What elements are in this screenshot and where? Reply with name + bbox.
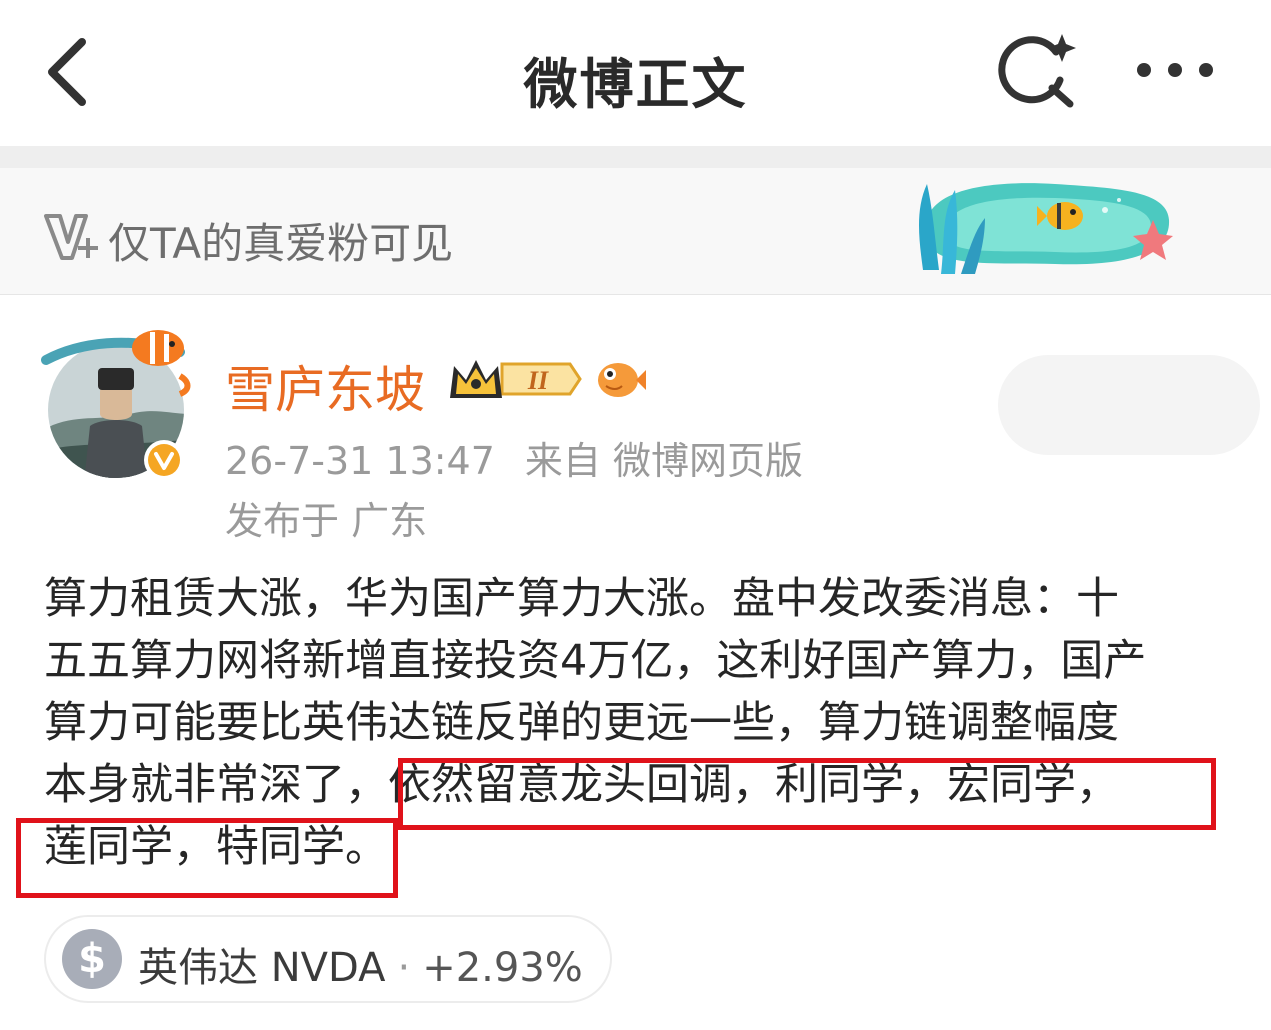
author-name[interactable]: 雪庐东坡 [225,350,425,422]
highlight-box [16,818,398,898]
stock-name: 英伟达 NVDA [138,945,386,991]
section-divider [0,146,1271,168]
post-source[interactable]: 来自 微博网页版 [525,439,803,483]
stock-separator: · [397,945,411,991]
more-dots-icon [1137,63,1213,77]
fish-badge-icon [598,363,646,397]
sea-decoration-illustration [919,183,1173,274]
highlight-box [398,758,1216,830]
top-bar: 微博正文 [0,0,1271,146]
post-text-line: 算力可能要比英伟达链反弹的更远一些，算力链调整幅度 [44,698,1119,748]
fans-only-label: 仅TA的真爱粉可见 [108,219,454,268]
post-text-line: 五五算力网将新增直接投资4万亿，这利好国产算力，国产 [44,636,1147,686]
stock-tag[interactable]: $ 英伟达 NVDA · +2.93% [44,915,612,1003]
crown-rank-badge-icon[interactable]: II [446,352,584,406]
post-location: 发布于 广东 [225,499,428,543]
more-button[interactable] [1130,45,1220,95]
avatar-image [41,330,191,480]
follow-button[interactable] [998,355,1260,455]
dollar-icon: $ [62,929,122,989]
post-text-line: 算力租赁大涨，华为国产算力大涨。盘中发改委消息：十 [44,574,1119,624]
rank-badge-text: II [527,366,549,395]
vplus-icon [44,214,98,260]
stock-tag-label: 英伟达 NVDA · +2.93% [138,935,583,993]
post-meta: 26-7-31 13:47 来自 微博网页版 [225,430,803,485]
avatar[interactable] [40,322,200,482]
stock-change: +2.93% [422,945,583,991]
search-sparkle-icon [998,34,1076,108]
post-time: 26-7-31 13:47 [225,439,495,483]
search-button[interactable] [996,30,1082,110]
